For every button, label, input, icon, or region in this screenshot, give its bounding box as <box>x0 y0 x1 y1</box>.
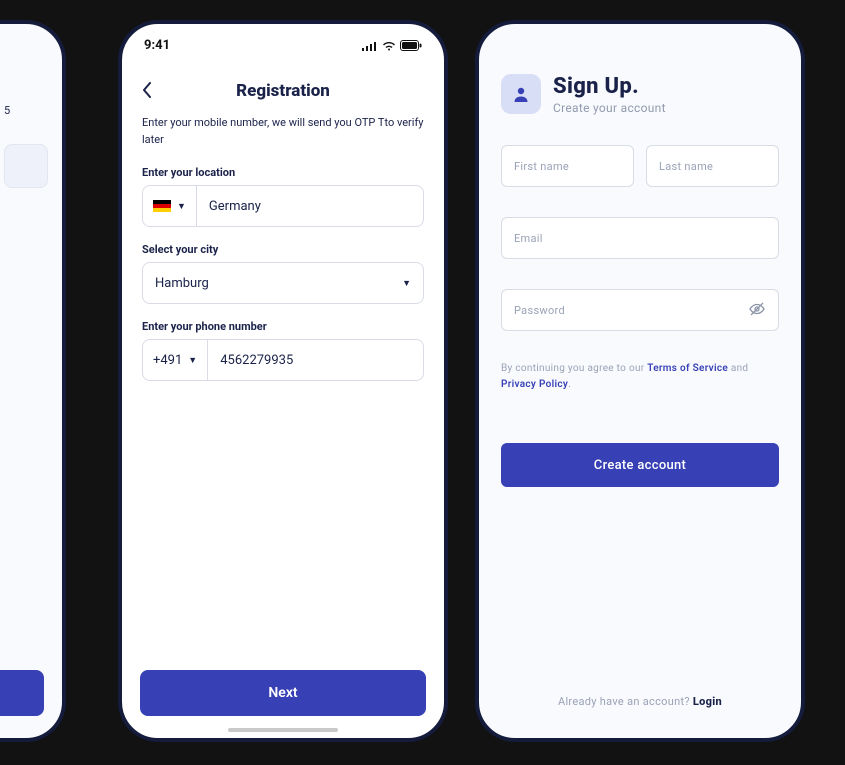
signup-subtitle: Create your account <box>553 101 666 115</box>
location-field-group: Enter your location ▼ Germany <box>122 162 444 239</box>
terms-text: By continuing you agree to our Terms of … <box>479 361 801 393</box>
status-icons <box>362 40 422 51</box>
home-indicator <box>228 728 338 732</box>
chevron-down-icon: ▼ <box>188 355 197 366</box>
back-button[interactable] <box>142 79 152 103</box>
create-account-button[interactable]: Create account <box>501 443 779 487</box>
phone-prefix: +491 <box>153 353 182 368</box>
terms-of-service-link[interactable]: Terms of Service <box>647 363 728 374</box>
password-field[interactable]: Password <box>501 289 779 331</box>
password-placeholder: Password <box>514 304 565 317</box>
last-name-placeholder: Last name <box>659 160 713 173</box>
city-field-group: Select your city Hamburg ▼ <box>122 239 444 316</box>
first-name-field[interactable]: First name <box>501 145 634 187</box>
status-time: 9:41 <box>144 38 170 53</box>
signal-icon <box>362 41 378 51</box>
terms-mid: and <box>728 363 748 374</box>
chevron-left-icon <box>142 82 152 98</box>
phone-label: Enter your phone number <box>142 320 424 333</box>
chevron-down-icon: ▼ <box>402 278 411 289</box>
otp-digit-box[interactable] <box>4 144 48 188</box>
privacy-policy-link[interactable]: Privacy Policy <box>501 379 568 390</box>
phone-value[interactable]: 4562279935 <box>208 353 423 368</box>
phone-field-group: Enter your phone number +491 ▼ 456227993… <box>122 316 444 393</box>
flag-germany-icon <box>153 200 171 212</box>
next-button-label: Next <box>268 685 297 701</box>
partial-text: 5 <box>4 104 10 117</box>
location-input[interactable]: ▼ Germany <box>142 185 424 227</box>
status-bar: 9:41 <box>122 24 444 57</box>
login-link[interactable]: Login <box>693 695 722 708</box>
battery-icon <box>400 40 422 51</box>
phone-partial-left: 5 <box>0 20 66 742</box>
phone-registration: 9:41 Registration Enter your mobile numb… <box>118 20 448 742</box>
login-row: Already have an account? Login <box>479 695 801 708</box>
phone-input[interactable]: +491 ▼ 4562279935 <box>142 339 424 381</box>
phone-prefix-dropdown[interactable]: +491 ▼ <box>143 340 208 380</box>
last-name-field[interactable]: Last name <box>646 145 779 187</box>
create-account-label: Create account <box>594 458 686 473</box>
terms-end: . <box>568 379 571 390</box>
have-account-text: Already have an account? <box>558 695 693 708</box>
city-label: Select your city <box>142 243 424 256</box>
chevron-down-icon: ▼ <box>177 201 186 212</box>
country-flag-dropdown[interactable]: ▼ <box>143 186 197 226</box>
first-name-placeholder: First name <box>514 160 569 173</box>
partial-next-button[interactable] <box>0 670 44 716</box>
location-label: Enter your location <box>142 166 424 179</box>
page-subtitle: Enter your mobile number, we will send y… <box>122 111 444 162</box>
person-icon <box>512 85 530 103</box>
page-title: Registration <box>142 81 424 101</box>
city-value: Hamburg <box>155 276 209 291</box>
wifi-icon <box>382 41 396 51</box>
email-placeholder: Email <box>514 232 543 245</box>
avatar-icon-box <box>501 74 541 114</box>
eye-off-icon[interactable] <box>748 300 766 321</box>
signup-title: Sign Up. <box>553 74 666 99</box>
header: Registration <box>122 57 444 111</box>
phone-signup: Sign Up. Create your account First name … <box>475 20 805 742</box>
terms-pre: By continuing you agree to our <box>501 363 647 374</box>
location-value[interactable]: Germany <box>197 199 423 214</box>
next-button[interactable]: Next <box>140 670 426 716</box>
city-select[interactable]: Hamburg ▼ <box>142 262 424 304</box>
signup-form: First name Last name Email Password <box>479 127 801 331</box>
signup-header: Sign Up. Create your account <box>479 24 801 127</box>
email-field[interactable]: Email <box>501 217 779 259</box>
